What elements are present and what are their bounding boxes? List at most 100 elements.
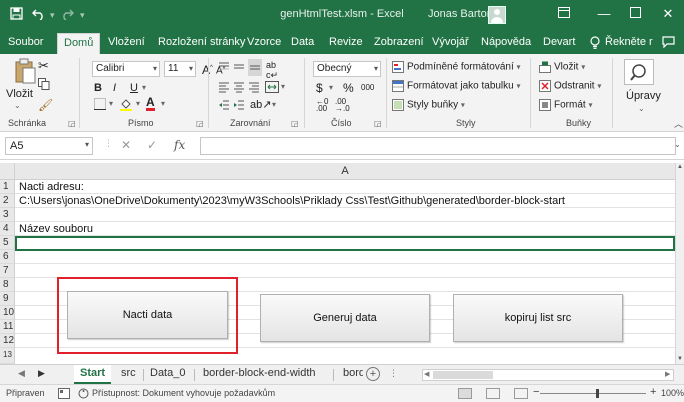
insert-cells-button[interactable]: Vložit ▾ <box>539 61 585 73</box>
table-row[interactable] <box>15 208 675 222</box>
align-bottom-icon[interactable] <box>248 59 262 76</box>
underline-button[interactable]: U <box>130 82 138 94</box>
align-left-icon[interactable] <box>218 81 230 96</box>
select-all-corner[interactable] <box>0 163 15 180</box>
align-center-icon[interactable] <box>233 81 245 96</box>
number-launcher-icon[interactable]: ◲ <box>374 119 382 128</box>
row-header[interactable]: 5 <box>0 236 15 250</box>
scroll-thumb[interactable] <box>433 371 493 379</box>
table-row[interactable] <box>15 180 675 194</box>
merge-dropdown-icon[interactable]: ▾ <box>281 82 285 91</box>
zoom-level[interactable]: 100% <box>661 388 684 398</box>
orientation-dropdown-icon[interactable]: ▾ <box>272 100 276 109</box>
currency-dropdown-icon[interactable]: ▾ <box>329 83 333 92</box>
accessibility-status[interactable]: Přístupnost: Dokument vyhovuje požadavků… <box>92 388 275 398</box>
sheet-tab-overflow[interactable]: borde ... <box>343 367 363 379</box>
table-row[interactable] <box>15 250 675 264</box>
italic-button[interactable]: I <box>113 82 116 94</box>
tab-devart[interactable]: Devart <box>543 36 575 48</box>
underline-dropdown-icon[interactable]: ▾ <box>142 83 146 92</box>
align-middle-icon[interactable] <box>233 61 245 76</box>
zoom-slider[interactable] <box>540 393 646 394</box>
close-icon[interactable]: ✕ <box>658 6 678 22</box>
percent-button[interactable]: % <box>343 81 354 95</box>
lightbulb-icon[interactable] <box>590 36 600 52</box>
font-name-combo[interactable]: Calibri ▾ <box>92 61 160 77</box>
paste-button[interactable]: Vložit <box>6 88 33 100</box>
editing-dropdown-icon[interactable]: ⌄ <box>638 104 645 113</box>
fill-color-dropdown-icon[interactable]: ▾ <box>136 99 140 108</box>
scroll-right-icon[interactable]: ▶ <box>665 370 670 378</box>
ribbon-display-icon[interactable] <box>554 6 574 21</box>
search-icon[interactable] <box>624 59 654 85</box>
row-header[interactable]: 1 <box>0 180 15 194</box>
scroll-left-icon[interactable]: ◀ <box>424 370 429 378</box>
tab-file[interactable]: Soubor <box>8 36 43 48</box>
increase-decimal-icon[interactable]: ←0.00 <box>316 98 328 113</box>
row-header[interactable]: 3 <box>0 208 15 222</box>
clipboard-launcher-icon[interactable]: ◲ <box>68 119 76 128</box>
collapse-ribbon-icon[interactable]: ︿ <box>674 117 683 130</box>
tab-page-layout[interactable]: Rozložení stránky <box>158 36 245 48</box>
macro-record-icon[interactable] <box>58 388 70 401</box>
scroll-up-icon[interactable]: ▲ <box>677 164 683 170</box>
fill-color-icon[interactable] <box>119 97 133 114</box>
paste-dropdown-icon[interactable]: ⌄ <box>14 101 21 110</box>
format-painter-icon[interactable]: 🖌 <box>38 98 53 112</box>
avatar[interactable] <box>488 6 506 24</box>
add-sheet-icon[interactable]: + <box>366 367 380 381</box>
orientation-icon[interactable]: ab↗ <box>250 98 271 111</box>
accessibility-icon[interactable] <box>78 388 89 401</box>
tab-formulas[interactable]: Vzorce <box>247 36 281 48</box>
selected-cell-a5[interactable] <box>15 236 675 251</box>
tab-insert[interactable]: Vložení <box>108 36 145 48</box>
row-header[interactable]: 7 <box>0 264 15 278</box>
font-color-icon[interactable]: A <box>146 96 155 111</box>
paste-icon[interactable] <box>14 58 36 87</box>
row-header[interactable]: 12 <box>0 334 15 348</box>
decrease-decimal-icon[interactable]: .00 →.0 <box>335 98 350 113</box>
bold-button[interactable]: B <box>94 82 102 94</box>
number-format-combo[interactable]: Obecný ▾ <box>313 61 381 77</box>
formula-input[interactable] <box>200 137 676 155</box>
format-as-table-button[interactable]: Formátovat jako tabulku ▾ <box>392 80 521 92</box>
conditional-formatting-button[interactable]: Podmíněné formátování ▾ <box>392 61 521 73</box>
minimize-icon[interactable]: — <box>594 6 614 21</box>
borders-dropdown-icon[interactable]: ▾ <box>109 99 113 108</box>
row-header[interactable]: 10 <box>0 306 15 320</box>
row-header[interactable]: 9 <box>0 292 15 306</box>
cut-icon[interactable]: ✂ <box>38 58 49 74</box>
maximize-icon[interactable] <box>625 6 645 21</box>
sheet-tab-src[interactable]: src <box>121 367 136 379</box>
tab-developer[interactable]: Vývojář <box>432 36 469 48</box>
name-box[interactable]: A5 ▾ <box>5 137 93 155</box>
align-top-icon[interactable] <box>218 61 230 76</box>
sheet-tab-border-block-end-width[interactable]: border-block-end-width <box>203 367 316 379</box>
comments-icon[interactable] <box>662 36 675 51</box>
row-header[interactable]: 8 <box>0 278 15 292</box>
alignment-launcher-icon[interactable]: ◲ <box>291 119 299 128</box>
table-row[interactable] <box>15 264 675 278</box>
sheet-tab-data-0[interactable]: Data_0 <box>150 367 185 379</box>
borders-icon[interactable] <box>94 98 106 113</box>
decrease-indent-icon[interactable] <box>218 99 230 114</box>
scroll-down-icon[interactable]: ▼ <box>677 356 683 362</box>
font-color-dropdown-icon[interactable]: ▾ <box>161 99 165 108</box>
user-name[interactable]: Jonas Barton <box>428 8 493 20</box>
tab-split-icon[interactable]: ⋮ <box>389 368 398 379</box>
generate-data-button[interactable]: Generuj data <box>260 294 430 342</box>
vertical-scrollbar[interactable]: ▲ ▼ <box>675 163 684 364</box>
font-size-combo[interactable]: 11 ▾ <box>164 61 196 77</box>
next-sheet-icon[interactable]: ▶ <box>38 368 45 379</box>
table-row[interactable] <box>15 222 675 236</box>
enter-icon[interactable]: ✓ <box>147 138 157 152</box>
increase-indent-icon[interactable] <box>233 99 245 114</box>
cell-a2[interactable]: C:\Users\jonas\OneDrive\Dokumenty\2023\m… <box>19 194 565 208</box>
tell-me-search[interactable]: Řekněte r <box>605 36 653 48</box>
zoom-out-icon[interactable]: − <box>533 386 539 398</box>
tab-view[interactable]: Zobrazení <box>374 36 424 48</box>
insert-function-icon[interactable]: fx <box>174 138 185 152</box>
font-launcher-icon[interactable]: ◲ <box>196 119 204 128</box>
thousands-button[interactable]: 000 <box>361 83 374 92</box>
page-break-view-icon[interactable] <box>514 388 528 399</box>
